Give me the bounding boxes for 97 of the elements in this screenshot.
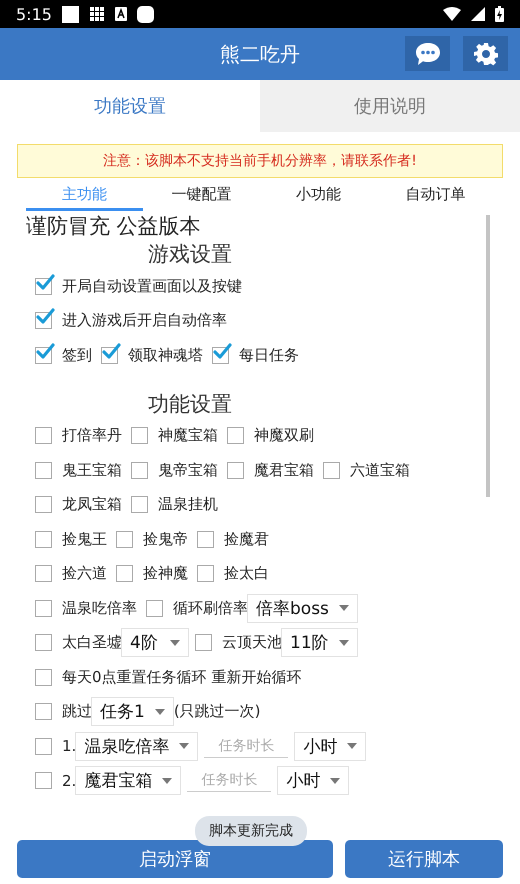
checkbox-option[interactable]: 捡鬼帝 <box>116 530 188 549</box>
checkbox-option[interactable]: 开局自动设置画面以及按键 <box>35 276 242 296</box>
checkbox[interactable] <box>35 772 52 790</box>
checkbox-option[interactable]: 2. <box>35 772 76 790</box>
checkbox[interactable] <box>227 427 244 444</box>
action-button[interactable]: 运行脚本 <box>345 840 503 878</box>
checkbox-option[interactable]: 鬼帝宝箱 <box>131 460 218 480</box>
tab[interactable]: 使用说明 <box>260 80 520 132</box>
dropdown[interactable]: 小时 <box>294 732 366 761</box>
checkbox[interactable] <box>146 600 163 617</box>
checkbox[interactable] <box>197 530 214 548</box>
sub-tab[interactable]: 一键配置 <box>143 182 260 211</box>
checkbox-option[interactable]: 每天0点重置任务循环 重新开始循环 <box>35 668 302 687</box>
checkbox[interactable] <box>323 462 340 479</box>
checkbox[interactable] <box>195 634 212 652</box>
caret-icon <box>338 640 349 646</box>
version-title: 谨防冒充 公益版本 <box>26 213 202 239</box>
checkbox[interactable] <box>227 462 244 479</box>
checkbox[interactable] <box>35 496 52 514</box>
wifi-icon <box>443 7 461 21</box>
chat-button[interactable] <box>405 36 450 71</box>
checkbox-option[interactable]: 魔君宝箱 <box>227 460 314 480</box>
caret-icon <box>170 640 180 646</box>
checkbox-option[interactable]: 打倍率丹 <box>35 426 122 446</box>
dropdown[interactable]: 魔君宝箱 <box>75 766 182 796</box>
checkbox-option[interactable]: 神魔宝箱 <box>131 426 218 446</box>
caret-icon <box>347 743 358 750</box>
update-toast: 脚本更新完成 <box>195 816 307 846</box>
checkbox-option[interactable]: 1. <box>35 737 76 756</box>
action-button[interactable]: 启动浮窗 <box>17 840 334 878</box>
checkbox[interactable] <box>131 427 148 444</box>
check-icon <box>35 342 55 361</box>
checkbox-option[interactable]: 循环刷倍率 <box>146 598 248 618</box>
signal-icon <box>471 7 485 21</box>
checkbox-option[interactable]: 捡鬼王 <box>35 530 107 549</box>
caret-icon <box>179 743 190 750</box>
dropdown[interactable]: 温泉吃倍率 <box>75 732 198 761</box>
grid-icon <box>88 6 105 22</box>
checkbox[interactable] <box>35 703 52 720</box>
settings-icon <box>474 42 498 66</box>
sub-tab[interactable]: 小功能 <box>260 182 377 211</box>
section-title: 功能设置 <box>147 390 233 418</box>
checkbox-option[interactable]: 鬼王宝箱 <box>35 460 122 480</box>
settings-button[interactable] <box>463 36 508 71</box>
checkbox[interactable] <box>35 634 52 652</box>
caret-icon <box>338 605 349 612</box>
checkbox[interactable] <box>35 668 52 686</box>
checkbox[interactable] <box>35 427 52 444</box>
dropdown[interactable]: 11阶 <box>281 628 358 658</box>
checkbox-option[interactable]: 神魔双刷 <box>227 426 314 446</box>
checkbox-option[interactable]: 每日任务 <box>212 346 299 365</box>
checkbox[interactable] <box>116 565 133 582</box>
checkbox[interactable] <box>35 462 52 479</box>
status-time: 5:15 <box>16 4 52 24</box>
checkbox[interactable] <box>35 565 52 582</box>
checkbox-option[interactable]: 捡神魔 <box>116 564 188 584</box>
dropdown[interactable]: 倍率boss <box>247 594 358 623</box>
checkbox-option[interactable]: 签到 <box>35 346 92 365</box>
checkbox[interactable] <box>116 530 133 548</box>
check-icon <box>212 342 232 361</box>
section-title: 游戏设置 <box>147 241 233 268</box>
caret-icon <box>154 708 165 715</box>
checkbox-option[interactable]: 龙凤宝箱 <box>35 495 122 514</box>
sub-tab[interactable]: 自动订单 <box>377 182 494 211</box>
check-icon <box>101 342 121 361</box>
checkbox[interactable] <box>131 496 148 514</box>
dropdown[interactable]: 4阶 <box>121 628 189 658</box>
checkbox-option[interactable]: 捡太白 <box>197 564 269 584</box>
checkbox-option[interactable]: 跳过 <box>35 702 92 722</box>
caret-icon <box>330 778 340 784</box>
checkbox[interactable] <box>35 600 52 617</box>
caret-icon <box>162 778 172 784</box>
notification-icon <box>136 6 154 22</box>
notification-icon <box>62 6 79 22</box>
dropdown[interactable]: 小时 <box>277 766 350 796</box>
checkbox-option[interactable]: 捡魔君 <box>197 530 269 549</box>
checkbox-option[interactable]: 太白圣墟 <box>35 633 122 652</box>
checkbox[interactable] <box>35 738 52 755</box>
checkbox-option[interactable]: 温泉吃倍率 <box>35 598 137 618</box>
checkbox-option[interactable]: 进入游戏后开启自动倍率 <box>35 311 227 330</box>
check-icon <box>35 274 55 292</box>
checkbox[interactable] <box>35 530 52 548</box>
checkbox-option[interactable]: 领取神魂塔 <box>101 346 203 365</box>
checkbox[interactable] <box>131 462 148 479</box>
hint-text: (只跳过一次) <box>174 702 261 722</box>
checkbox-option[interactable]: 云顶天池 <box>195 633 282 652</box>
dropdown[interactable]: 任务1 <box>91 697 174 726</box>
checkbox-option[interactable]: 温泉挂机 <box>131 495 218 514</box>
warning-banner: 注意：该脚本不支持当前手机分辨率，请联系作者! <box>17 144 503 178</box>
keyboard-icon <box>114 7 127 21</box>
checkbox-option[interactable]: 捡六道 <box>35 564 107 584</box>
battery-icon <box>495 6 504 22</box>
checkbox-option[interactable]: 六道宝箱 <box>323 460 410 480</box>
check-icon <box>35 308 55 326</box>
chat-bubble-icon <box>414 42 440 66</box>
app-title: 熊二吃丹 <box>220 40 300 68</box>
checkbox[interactable] <box>197 565 214 582</box>
